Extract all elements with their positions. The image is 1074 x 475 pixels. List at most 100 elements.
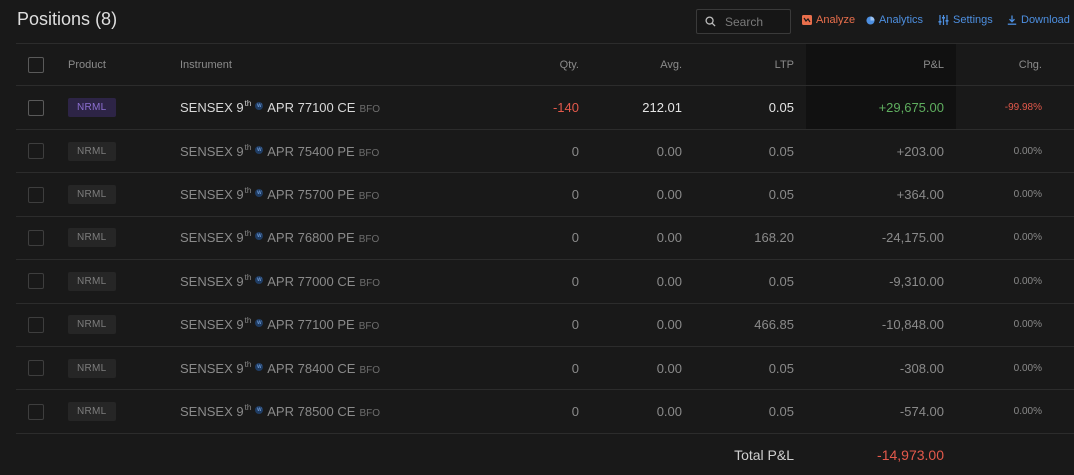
instrument-name[interactable]: SENSEX 9th w APR 77100 PE BFO bbox=[180, 316, 380, 333]
product-badge: NRML bbox=[68, 358, 116, 378]
chg-value: 0.00% bbox=[1013, 189, 1042, 201]
instrument-symbol: SENSEX 9 bbox=[180, 100, 244, 115]
analytics-label: Analytics bbox=[879, 14, 924, 26]
expiry-suffix: th bbox=[244, 99, 252, 108]
instrument-name[interactable]: SENSEX 9th w APR 78400 CE BFO bbox=[180, 360, 380, 376]
product-badge: NRML bbox=[68, 315, 116, 335]
weekly-badge-icon: w bbox=[255, 102, 264, 110]
row-checkbox[interactable] bbox=[28, 143, 44, 160]
qty-value: 0 bbox=[571, 187, 579, 203]
search-icon bbox=[705, 16, 716, 27]
row-checkbox[interactable] bbox=[28, 316, 44, 333]
col-qty[interactable]: Qty. bbox=[560, 44, 579, 85]
product-badge: NRML bbox=[68, 271, 116, 291]
exchange-label: BFO bbox=[358, 321, 380, 333]
expiry-suffix: th bbox=[244, 186, 252, 196]
instrument-name[interactable]: SENSEX 9th w APR 78500 CE BFO bbox=[180, 403, 380, 420]
row-checkbox[interactable] bbox=[28, 99, 44, 116]
col-ltp[interactable]: LTP bbox=[775, 44, 794, 85]
qty-value: 0 bbox=[571, 360, 579, 376]
ltp-value: 0.05 bbox=[768, 100, 794, 115]
download-icon bbox=[1007, 15, 1017, 25]
sliders-icon bbox=[938, 15, 949, 25]
row-checkbox[interactable] bbox=[28, 229, 44, 246]
product-badge: NRML bbox=[68, 98, 116, 117]
avg-value: 0.00 bbox=[656, 187, 682, 203]
qty-value: 0 bbox=[571, 273, 579, 289]
instrument-name[interactable]: SENSEX 9th w APR 77000 CE BFO bbox=[180, 273, 380, 289]
table-row[interactable]: NRML SENSEX 9th w APR 77100 PE BFO 0 0.00 466.8… bbox=[16, 304, 1074, 347]
ltp-value: 0.05 bbox=[768, 273, 794, 289]
weekly-badge-icon: w bbox=[255, 406, 264, 415]
chg-value: 0.00% bbox=[1013, 406, 1042, 418]
select-all-checkbox[interactable] bbox=[28, 56, 44, 73]
instrument-name[interactable]: SENSEX 9th w APR 75700 PE BFO bbox=[180, 186, 379, 203]
col-avg[interactable]: Avg. bbox=[660, 44, 682, 85]
col-pnl[interactable]: P&L bbox=[923, 44, 944, 85]
table-row[interactable]: NRML SENSEX 9th w APR 77100 CE BFO -140 212.01… bbox=[16, 86, 1074, 130]
weekly-badge-icon: w bbox=[255, 232, 264, 241]
pnl-value: -24,175.00 bbox=[881, 230, 944, 246]
instrument-contract: APR 76800 PE bbox=[267, 230, 355, 246]
avg-value: 0.00 bbox=[656, 273, 682, 289]
table-row[interactable]: NRML SENSEX 9th w APR 77000 CE BFO 0 0.00 0.05 -… bbox=[16, 260, 1074, 304]
col-instrument[interactable]: Instrument bbox=[180, 44, 232, 85]
chg-value: 0.00% bbox=[1013, 232, 1042, 244]
table-row[interactable]: NRML SENSEX 9th w APR 78400 CE BFO 0 0.00 0.05 -… bbox=[16, 347, 1074, 391]
weekly-badge-icon: w bbox=[255, 362, 264, 371]
instrument-contract: APR 75700 PE bbox=[267, 187, 355, 203]
row-checkbox[interactable] bbox=[28, 273, 44, 290]
page-title-text: Positions bbox=[17, 9, 91, 29]
total-pnl-label: Total P&L bbox=[734, 446, 794, 463]
pnl-value: +29,675.00 bbox=[878, 100, 944, 115]
col-product[interactable]: Product bbox=[68, 44, 106, 85]
table-row[interactable]: NRML SENSEX 9th w APR 75700 PE BFO 0 0.00 0.05 +… bbox=[16, 173, 1074, 217]
qty-value: 0 bbox=[571, 317, 579, 333]
instrument-contract: APR 77100 CE bbox=[267, 100, 356, 115]
avg-value: 0.00 bbox=[656, 360, 682, 376]
page-title: Positions (8) bbox=[17, 9, 117, 30]
search-input[interactable] bbox=[725, 14, 785, 29]
row-checkbox[interactable] bbox=[28, 403, 44, 420]
row-checkbox[interactable] bbox=[28, 360, 44, 377]
chg-value: 0.00% bbox=[1013, 145, 1042, 157]
instrument-name[interactable]: SENSEX 9th w APR 77100 CE BFO bbox=[180, 99, 380, 115]
instrument-name[interactable]: SENSEX 9th w APR 76800 PE BFO bbox=[180, 229, 380, 246]
positions-table: Product Instrument Qty. Avg. LTP P&L Chg… bbox=[16, 43, 1074, 434]
weekly-badge-icon: w bbox=[255, 145, 264, 154]
col-chg[interactable]: Chg. bbox=[1019, 44, 1042, 85]
table-row[interactable]: NRML SENSEX 9th w APR 76800 PE BFO 0 0.00 168.2… bbox=[16, 217, 1074, 261]
instrument-contract: APR 77000 CE bbox=[267, 273, 356, 289]
analytics-button[interactable]: Analytics bbox=[866, 14, 923, 26]
ltp-value: 168.20 bbox=[754, 230, 794, 246]
qty-value: 0 bbox=[571, 404, 579, 420]
total-pnl-row: Total P&L -14,973.00 bbox=[0, 434, 1074, 475]
avg-value: 0.00 bbox=[656, 404, 682, 420]
instrument-contract: APR 75400 PE bbox=[267, 143, 355, 159]
exchange-label: BFO bbox=[358, 147, 380, 159]
product-badge: NRML bbox=[68, 228, 116, 248]
avg-value: 0.00 bbox=[656, 143, 682, 159]
chg-value: 0.00% bbox=[1013, 319, 1042, 331]
search-box[interactable] bbox=[696, 9, 791, 34]
instrument-name[interactable]: SENSEX 9th w APR 75400 PE BFO bbox=[180, 143, 380, 159]
table-row[interactable]: NRML SENSEX 9th w APR 78500 CE BFO 0 0.00 0.05 -… bbox=[16, 390, 1074, 434]
expiry-suffix: th bbox=[244, 316, 252, 326]
qty-value: 0 bbox=[571, 143, 579, 159]
avg-value: 0.00 bbox=[656, 317, 682, 333]
expiry-suffix: th bbox=[244, 229, 252, 239]
analyze-button[interactable]: Analyze bbox=[802, 14, 855, 26]
exchange-label: BFO bbox=[358, 234, 380, 246]
table-header: Product Instrument Qty. Avg. LTP P&L Chg… bbox=[16, 43, 1074, 86]
download-button[interactable]: Download bbox=[1007, 14, 1070, 26]
instrument-symbol: SENSEX 9 bbox=[180, 143, 244, 159]
chg-value: -99.98% bbox=[1004, 102, 1042, 113]
product-badge: NRML bbox=[68, 185, 116, 205]
settings-button[interactable]: Settings bbox=[938, 14, 993, 26]
weekly-badge-icon: w bbox=[255, 275, 264, 284]
avg-value: 212.01 bbox=[642, 100, 682, 115]
table-row[interactable]: NRML SENSEX 9th w APR 75400 PE BFO 0 0.00 0.05 +… bbox=[16, 130, 1074, 174]
row-checkbox[interactable] bbox=[28, 186, 44, 203]
exchange-label: BFO bbox=[359, 408, 380, 420]
product-badge: NRML bbox=[68, 402, 116, 422]
